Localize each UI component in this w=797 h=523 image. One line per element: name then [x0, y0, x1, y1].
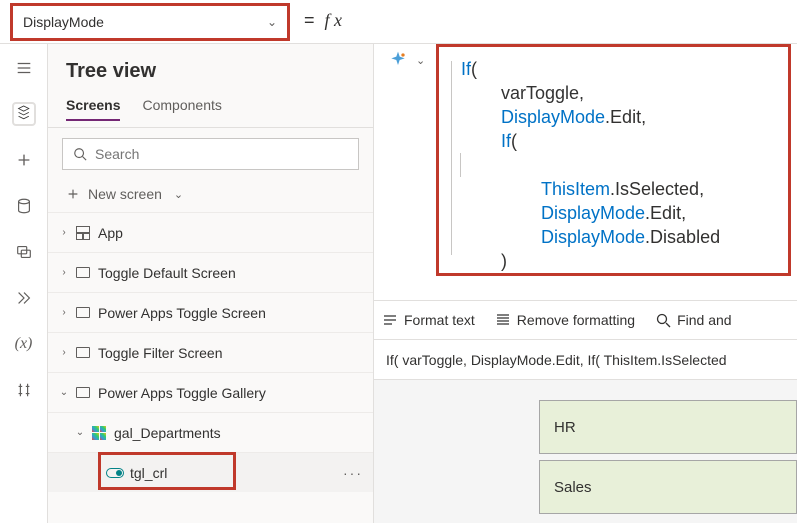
- collapse-icon[interactable]: ⌄: [56, 387, 72, 398]
- screen-icon: [74, 307, 92, 318]
- screen-icon: [74, 267, 92, 278]
- tools-icon[interactable]: [14, 380, 34, 400]
- gallery-preview: HR Sales: [539, 400, 797, 520]
- screen-icon: [74, 387, 92, 398]
- variables-icon[interactable]: (x): [14, 334, 34, 354]
- property-dropdown[interactable]: DisplayMode ⌄: [10, 3, 290, 41]
- chevron-down-icon[interactable]: ⌄: [416, 54, 425, 67]
- formula-toolbar: Format text Remove formatting Find and: [374, 300, 797, 340]
- insert-icon[interactable]: [14, 150, 34, 170]
- power-automate-icon[interactable]: [14, 288, 34, 308]
- tree-list: › App › Toggle Default Screen › Power Ap…: [48, 212, 373, 492]
- fx-label: f x: [325, 10, 343, 31]
- screen-icon: [74, 347, 92, 358]
- expand-icon[interactable]: ›: [56, 227, 72, 238]
- new-screen-label: New screen: [88, 186, 162, 202]
- equals-label: =: [304, 10, 315, 31]
- tree-item-tgl-crl[interactable]: tgl_crl ···: [48, 452, 373, 492]
- copilot-icon[interactable]: [388, 50, 408, 70]
- expand-icon[interactable]: ›: [56, 307, 72, 318]
- chevron-down-icon: ⌄: [267, 15, 277, 29]
- property-dropdown-label: DisplayMode: [23, 14, 104, 30]
- tab-screens[interactable]: Screens: [66, 97, 120, 121]
- data-icon[interactable]: [14, 196, 34, 216]
- search-input[interactable]: [62, 138, 359, 170]
- tree-view-title: Tree view: [48, 56, 373, 97]
- tree-item-powerapps-gallery[interactable]: ⌄ Power Apps Toggle Gallery: [48, 372, 373, 412]
- expand-icon[interactable]: ›: [56, 347, 72, 358]
- tree-item-toggle-filter[interactable]: › Toggle Filter Screen: [48, 332, 373, 372]
- gallery-row-hr[interactable]: HR: [539, 400, 797, 454]
- tree-item-gal-departments[interactable]: ⌄ gal_Departments: [48, 412, 373, 452]
- remove-formatting-button[interactable]: Remove formatting: [495, 312, 635, 328]
- media-icon[interactable]: [14, 242, 34, 262]
- chevron-down-icon: ⌄: [174, 188, 183, 201]
- search-icon: [73, 147, 87, 161]
- search-field[interactable]: [95, 146, 348, 162]
- format-icon: [382, 312, 398, 328]
- tree-item-app[interactable]: › App: [48, 212, 373, 252]
- toggle-icon: [106, 468, 124, 478]
- search-icon: [655, 312, 671, 328]
- expand-icon[interactable]: ›: [56, 267, 72, 278]
- remove-format-icon: [495, 312, 511, 328]
- gallery-row-sales[interactable]: Sales: [539, 460, 797, 514]
- tree-item-toggle-default[interactable]: › Toggle Default Screen: [48, 252, 373, 292]
- find-button[interactable]: Find and: [655, 312, 731, 328]
- formula-area: ⌄ If( varToggle, DisplayMode.Edit, If( T…: [374, 44, 797, 523]
- collapse-icon[interactable]: ⌄: [72, 427, 88, 438]
- tab-components[interactable]: Components: [142, 97, 221, 121]
- left-rail: (x): [0, 44, 48, 523]
- canvas[interactable]: HR Sales: [374, 380, 797, 523]
- tree-view-icon[interactable]: [14, 104, 34, 124]
- format-text-button[interactable]: Format text: [382, 312, 475, 328]
- new-screen-button[interactable]: New screen ⌄: [48, 180, 373, 212]
- plus-icon: [66, 187, 80, 201]
- more-icon[interactable]: ···: [343, 465, 363, 481]
- tree-tabs: Screens Components: [48, 97, 373, 128]
- app-icon: [74, 226, 92, 240]
- tree-view-pane: Tree view Screens Components New screen …: [48, 44, 374, 523]
- formula-editor[interactable]: If( varToggle, DisplayMode.Edit, If( Thi…: [436, 44, 791, 276]
- formula-oneliner[interactable]: If( varToggle, DisplayMode.Edit, If( Thi…: [374, 344, 797, 380]
- hamburger-icon[interactable]: [14, 58, 34, 78]
- gallery-icon: [90, 426, 108, 440]
- tree-item-powerapps-toggle[interactable]: › Power Apps Toggle Screen: [48, 292, 373, 332]
